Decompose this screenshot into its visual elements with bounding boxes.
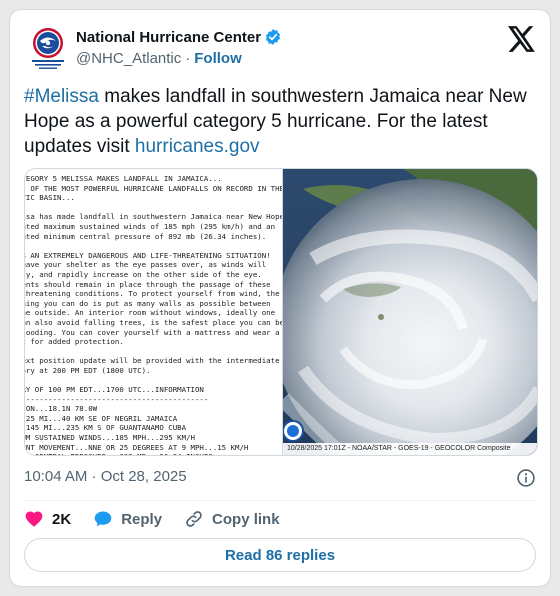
author-name-row: National Hurricane Center xyxy=(76,28,282,46)
tweet-header: National Hurricane Center @NHC_Atlantic … xyxy=(24,24,536,72)
info-icon[interactable] xyxy=(516,468,536,488)
satellite-caption: 10/28/2025 17:01Z - NOAA/STAR - GOES-19 … xyxy=(283,443,537,455)
verified-badge-icon xyxy=(265,29,281,45)
tweet-text: #Melissa makes landfall in southwestern … xyxy=(24,84,534,159)
reply-button[interactable]: Reply xyxy=(93,509,162,529)
heart-icon xyxy=(25,511,43,527)
hurricanes-gov-link[interactable]: hurricanes.gov xyxy=(135,136,260,157)
tweet-timestamp[interactable]: 10:04 AM · Oct 28, 2025 xyxy=(24,468,187,485)
author-avatar[interactable] xyxy=(24,24,72,72)
read-replies-button[interactable]: Read 86 replies xyxy=(24,538,536,572)
handle-separator: · xyxy=(185,50,191,67)
nws-logo-icon xyxy=(24,24,72,72)
follow-button[interactable]: Follow xyxy=(194,50,242,67)
actions-divider xyxy=(24,500,536,501)
advisory-image: ATEGORY 5 MELISSA MAKES LANDFALL IN JAMA… xyxy=(25,169,283,455)
satellite-image: 10/28/2025 17:01Z - NOAA/STAR - GOES-19 … xyxy=(283,169,537,455)
author-handle[interactable]: @NHC_Atlantic xyxy=(76,50,181,67)
like-button[interactable]: 2K xyxy=(24,509,71,529)
advisory-text: ATEGORY 5 MELISSA MAKES LANDFALL IN JAMA… xyxy=(25,174,283,455)
like-count: 2K xyxy=(52,510,72,528)
x-logo-icon[interactable] xyxy=(508,26,536,52)
tweet-media[interactable]: ATEGORY 5 MELISSA MAKES LANDFALL IN JAMA… xyxy=(24,168,538,456)
copy-link-button[interactable]: Copy link xyxy=(184,509,280,529)
tweet-card: National Hurricane Center @NHC_Atlantic … xyxy=(9,9,551,587)
author-name[interactable]: National Hurricane Center xyxy=(76,29,261,46)
tweet-body: makes landfall in southwestern Jamaica n… xyxy=(24,86,527,157)
reply-bubble-icon xyxy=(94,511,112,527)
copy-link-label: Copy link xyxy=(212,510,280,528)
link-icon xyxy=(186,511,202,527)
reply-label: Reply xyxy=(121,510,163,528)
tweet-actions: 2K Reply Copy link xyxy=(24,508,302,530)
satellite-hurricane-graphic xyxy=(283,169,537,455)
author-handle-row: @NHC_Atlantic · Follow xyxy=(76,50,242,67)
hashtag-link[interactable]: #Melissa xyxy=(24,86,99,107)
